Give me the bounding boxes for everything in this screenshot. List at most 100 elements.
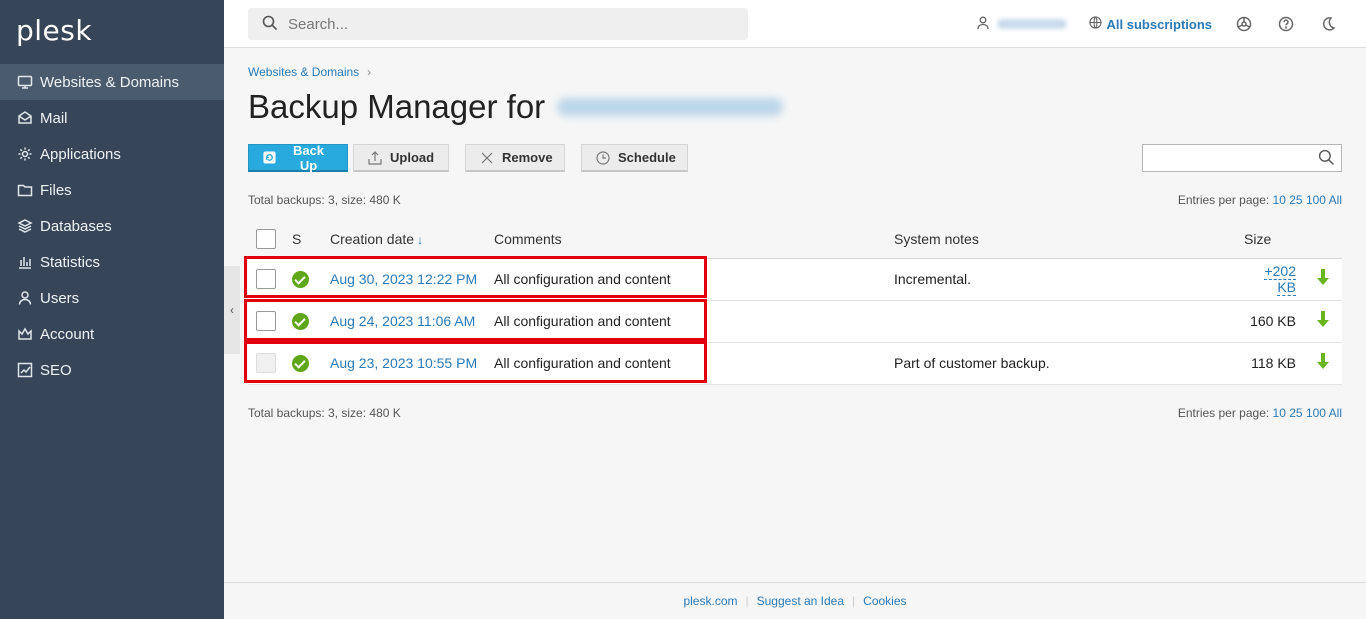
user-name-redacted [996,19,1067,29]
sidebar: plesk Websites & Domains Mail Applicatio… [0,0,224,619]
breadcrumb-link[interactable]: Websites & Domains [248,65,359,79]
date-cell: Aug 24, 2023 11:06 AM [330,300,494,343]
layers-icon [16,217,34,235]
per-page-all[interactable]: All [1329,406,1342,420]
per-page-all[interactable]: All [1329,193,1342,207]
back-up-label: Back Up [292,142,325,173]
monitor-icon [16,73,34,91]
per-page-25[interactable]: 25 [1289,406,1302,420]
status-cell [292,258,330,301]
comments-header[interactable]: Comments [494,220,894,259]
system-notes-header[interactable]: System notes [894,220,1244,259]
trend-icon [16,361,34,379]
footer-link-cookies[interactable]: Cookies [855,594,914,608]
select-all-cell [248,220,292,259]
download-cell [1304,300,1342,343]
sidebar-item-label: Mail [40,109,68,127]
sidebar-item-files[interactable]: Files [0,172,224,208]
subscriptions-selector[interactable]: All subscriptions [1088,16,1212,32]
schedule-label: Schedule [618,150,676,165]
sidebar-item-label: Databases [40,217,112,235]
entries-per-page-bottom: Entries per page: 10 25 100 All [1178,406,1342,420]
row-select-cell [248,258,292,301]
comments-cell: All configuration and content [494,300,894,343]
download-icon[interactable] [1316,311,1330,331]
status-cell [292,342,330,385]
sidebar-collapse-handle[interactable]: ‹ [224,266,240,354]
page-title-text: Backup Manager for [248,88,546,125]
sidebar-item-label: Statistics [40,253,101,271]
status-header[interactable]: S [292,220,330,259]
creation-date-header[interactable]: Creation date ↓ [330,220,494,259]
clock-icon [596,150,610,165]
footer-link-plesk[interactable]: plesk.com [675,594,745,608]
search-icon[interactable] [1318,149,1335,169]
entries-label: Entries per page: [1177,193,1270,207]
date-cell: Aug 30, 2023 12:22 PM [330,258,494,301]
domain-name-redacted [557,98,784,116]
download-icon[interactable] [1316,269,1330,289]
sidebar-item-applications[interactable]: Applications [0,136,224,172]
sidebar-nav: Websites & Domains Mail Applications Fil… [0,64,224,388]
notes-cell: Incremental. [894,258,1244,301]
per-page-10[interactable]: 10 [1273,406,1286,420]
list-search-input[interactable] [1143,145,1313,171]
footer-link-suggest-idea[interactable]: Suggest an Idea [749,594,852,608]
upload-icon [368,150,382,165]
row-checkbox-disabled [256,353,276,373]
chevron-right-icon: › [367,65,372,79]
help-icon[interactable] [1276,14,1296,34]
sidebar-item-account[interactable]: Account [0,316,224,352]
status-cell [292,300,330,343]
download-icon[interactable] [1316,353,1330,373]
sidebar-item-users[interactable]: Users [0,280,224,316]
comments-cell: All configuration and content [494,258,894,301]
footer: plesk.com | Suggest an Idea | Cookies [224,582,1366,619]
globe-icon [1088,16,1102,32]
sidebar-item-seo[interactable]: SEO [0,352,224,388]
backup-date-link[interactable]: Aug 24, 2023 11:06 AM [330,313,475,329]
row-select-cell [248,342,292,385]
backup-date-link[interactable]: Aug 23, 2023 10:55 PM [330,355,477,371]
dark-mode-icon[interactable] [1318,14,1338,34]
crown-icon [16,325,34,343]
user-menu[interactable] [976,16,1067,33]
download-header [1304,220,1342,259]
sidebar-item-websites-domains[interactable]: Websites & Domains [0,64,224,100]
sidebar-item-label: SEO [40,361,72,379]
size-cell: 118 KB [1244,342,1304,385]
select-all-checkbox[interactable] [256,228,276,249]
per-page-10[interactable]: 10 [1273,193,1286,207]
backup-icon [263,151,276,164]
back-up-button[interactable]: Back Up [248,142,348,173]
sidebar-item-databases[interactable]: Databases [0,208,224,244]
user-icon [976,16,989,33]
remove-label: Remove [502,150,553,165]
check-circle-icon [292,270,309,288]
row-checkbox[interactable] [256,269,276,289]
per-page-25[interactable]: 25 [1289,193,1302,207]
size-link[interactable]: +202 KB [1264,263,1296,296]
backup-summary-top: Total backups: 3, size: 480 K [248,193,401,207]
header-actions: All subscriptions [976,14,1338,34]
folder-icon [16,181,34,199]
notes-cell [894,300,1244,343]
plesk-logo[interactable]: plesk [16,14,92,47]
backup-summary-bottom: Total backups: 3, size: 480 K [248,406,401,420]
per-page-100[interactable]: 100 [1306,406,1326,420]
help-ai-icon[interactable] [1234,14,1254,34]
schedule-button[interactable]: Schedule [581,144,688,172]
sidebar-item-mail[interactable]: Mail [0,100,224,136]
backup-date-link[interactable]: Aug 30, 2023 12:22 PM [330,271,477,287]
download-cell [1304,258,1342,301]
search-input[interactable] [288,15,708,33]
page-title: Backup Manager for [248,88,784,126]
row-checkbox[interactable] [256,311,276,331]
size-header[interactable]: Size [1244,220,1304,259]
sidebar-item-statistics[interactable]: Statistics [0,244,224,280]
remove-button[interactable]: Remove [465,144,565,172]
check-circle-icon [292,354,309,372]
sidebar-item-label: Applications [40,145,121,163]
per-page-100[interactable]: 100 [1306,193,1326,207]
upload-button[interactable]: Upload [353,144,449,172]
